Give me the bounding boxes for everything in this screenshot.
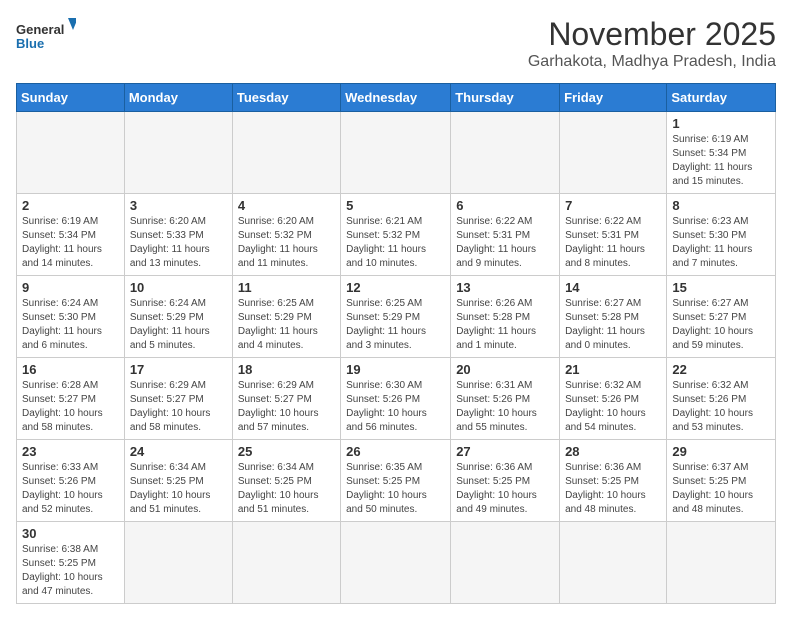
- empty-cell: [17, 112, 125, 194]
- empty-cell: [451, 112, 560, 194]
- day-1-info: Sunrise: 6:19 AMSunset: 5:34 PMDaylight:…: [672, 133, 770, 189]
- day-9: 9 Sunrise: 6:24 AMSunset: 5:30 PMDayligh…: [17, 276, 125, 358]
- header-sunday: Sunday: [17, 84, 125, 112]
- day-2: 2 Sunrise: 6:19 AMSunset: 5:34 PMDayligh…: [17, 194, 125, 276]
- day-16: 16 Sunrise: 6:28 AMSunset: 5:27 PMDaylig…: [17, 358, 125, 440]
- weekday-header-row: Sunday Monday Tuesday Wednesday Thursday…: [17, 84, 776, 112]
- week-row-1: 1 Sunrise: 6:19 AMSunset: 5:34 PMDayligh…: [17, 112, 776, 194]
- empty-cell: [232, 522, 340, 604]
- svg-text:General: General: [16, 22, 64, 37]
- day-23: 23 Sunrise: 6:33 AMSunset: 5:26 PMDaylig…: [17, 440, 125, 522]
- day-8: 8 Sunrise: 6:23 AMSunset: 5:30 PMDayligh…: [667, 194, 776, 276]
- day-10: 10 Sunrise: 6:24 AMSunset: 5:29 PMDaylig…: [124, 276, 232, 358]
- week-row-3: 9 Sunrise: 6:24 AMSunset: 5:30 PMDayligh…: [17, 276, 776, 358]
- day-5: 5 Sunrise: 6:21 AMSunset: 5:32 PMDayligh…: [341, 194, 451, 276]
- day-18: 18 Sunrise: 6:29 AMSunset: 5:27 PMDaylig…: [232, 358, 340, 440]
- day-30: 30 Sunrise: 6:38 AMSunset: 5:25 PMDaylig…: [17, 522, 125, 604]
- empty-cell: [232, 112, 340, 194]
- svg-text:Blue: Blue: [16, 36, 44, 51]
- week-row-6: 30 Sunrise: 6:38 AMSunset: 5:25 PMDaylig…: [17, 522, 776, 604]
- empty-cell: [560, 522, 667, 604]
- header-thursday: Thursday: [451, 84, 560, 112]
- empty-cell: [341, 112, 451, 194]
- day-21: 21 Sunrise: 6:32 AMSunset: 5:26 PMDaylig…: [560, 358, 667, 440]
- location-title: Garhakota, Madhya Pradesh, India: [528, 53, 776, 71]
- day-7: 7 Sunrise: 6:22 AMSunset: 5:31 PMDayligh…: [560, 194, 667, 276]
- day-27: 27 Sunrise: 6:36 AMSunset: 5:25 PMDaylig…: [451, 440, 560, 522]
- empty-cell: [667, 522, 776, 604]
- day-15: 15 Sunrise: 6:27 AMSunset: 5:27 PMDaylig…: [667, 276, 776, 358]
- empty-cell: [560, 112, 667, 194]
- month-title: November 2025: [528, 16, 776, 53]
- day-22: 22 Sunrise: 6:32 AMSunset: 5:26 PMDaylig…: [667, 358, 776, 440]
- day-28: 28 Sunrise: 6:36 AMSunset: 5:25 PMDaylig…: [560, 440, 667, 522]
- header-monday: Monday: [124, 84, 232, 112]
- day-6: 6 Sunrise: 6:22 AMSunset: 5:31 PMDayligh…: [451, 194, 560, 276]
- day-29: 29 Sunrise: 6:37 AMSunset: 5:25 PMDaylig…: [667, 440, 776, 522]
- day-26: 26 Sunrise: 6:35 AMSunset: 5:25 PMDaylig…: [341, 440, 451, 522]
- logo-svg: General Blue: [16, 16, 76, 60]
- week-row-4: 16 Sunrise: 6:28 AMSunset: 5:27 PMDaylig…: [17, 358, 776, 440]
- empty-cell: [124, 522, 232, 604]
- title-area: November 2025 Garhakota, Madhya Pradesh,…: [528, 16, 776, 71]
- week-row-2: 2 Sunrise: 6:19 AMSunset: 5:34 PMDayligh…: [17, 194, 776, 276]
- header-friday: Friday: [560, 84, 667, 112]
- day-24: 24 Sunrise: 6:34 AMSunset: 5:25 PMDaylig…: [124, 440, 232, 522]
- header: General Blue November 2025 Garhakota, Ma…: [16, 16, 776, 71]
- day-19: 19 Sunrise: 6:30 AMSunset: 5:26 PMDaylig…: [341, 358, 451, 440]
- logo: General Blue: [16, 16, 76, 60]
- day-1: 1 Sunrise: 6:19 AMSunset: 5:34 PMDayligh…: [667, 112, 776, 194]
- day-17: 17 Sunrise: 6:29 AMSunset: 5:27 PMDaylig…: [124, 358, 232, 440]
- empty-cell: [341, 522, 451, 604]
- day-4: 4 Sunrise: 6:20 AMSunset: 5:32 PMDayligh…: [232, 194, 340, 276]
- calendar: Sunday Monday Tuesday Wednesday Thursday…: [16, 83, 776, 604]
- day-12: 12 Sunrise: 6:25 AMSunset: 5:29 PMDaylig…: [341, 276, 451, 358]
- empty-cell: [451, 522, 560, 604]
- day-3: 3 Sunrise: 6:20 AMSunset: 5:33 PMDayligh…: [124, 194, 232, 276]
- header-saturday: Saturday: [667, 84, 776, 112]
- day-14: 14 Sunrise: 6:27 AMSunset: 5:28 PMDaylig…: [560, 276, 667, 358]
- day-13: 13 Sunrise: 6:26 AMSunset: 5:28 PMDaylig…: [451, 276, 560, 358]
- header-wednesday: Wednesday: [341, 84, 451, 112]
- header-tuesday: Tuesday: [232, 84, 340, 112]
- day-11: 11 Sunrise: 6:25 AMSunset: 5:29 PMDaylig…: [232, 276, 340, 358]
- week-row-5: 23 Sunrise: 6:33 AMSunset: 5:26 PMDaylig…: [17, 440, 776, 522]
- day-20: 20 Sunrise: 6:31 AMSunset: 5:26 PMDaylig…: [451, 358, 560, 440]
- day-25: 25 Sunrise: 6:34 AMSunset: 5:25 PMDaylig…: [232, 440, 340, 522]
- empty-cell: [124, 112, 232, 194]
